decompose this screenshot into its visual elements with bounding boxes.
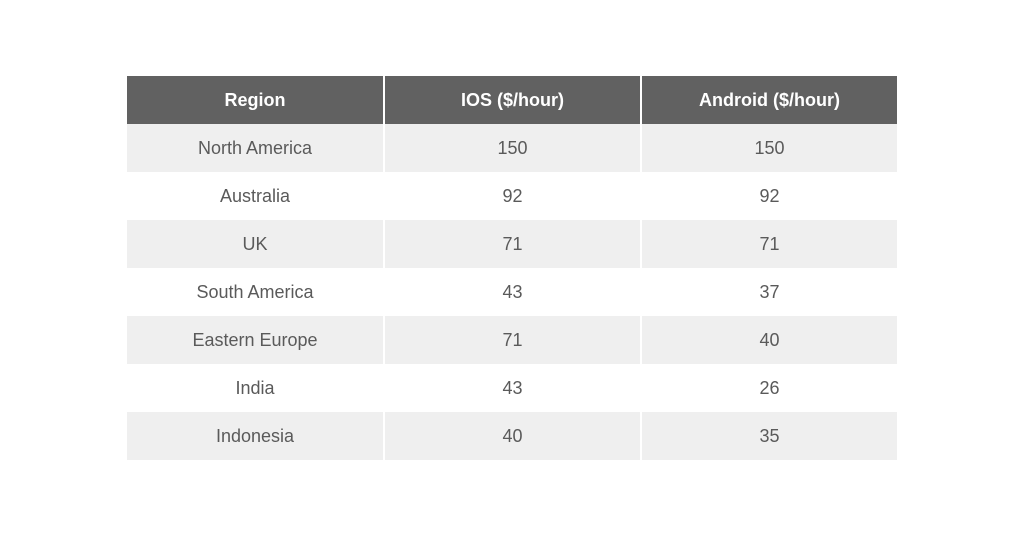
table-row: North America 150 150: [127, 124, 897, 172]
rates-table: Region IOS ($/hour) Android ($/hour) Nor…: [127, 76, 897, 460]
table-row: Eastern Europe 71 40: [127, 316, 897, 364]
header-region: Region: [127, 76, 383, 124]
cell-android: 150: [640, 124, 897, 172]
cell-ios: 71: [383, 316, 640, 364]
cell-region: North America: [127, 124, 383, 172]
cell-ios: 43: [383, 364, 640, 412]
cell-region: UK: [127, 220, 383, 268]
cell-region: Australia: [127, 172, 383, 220]
cell-android: 71: [640, 220, 897, 268]
cell-android: 37: [640, 268, 897, 316]
header-ios: IOS ($/hour): [383, 76, 640, 124]
header-android: Android ($/hour): [640, 76, 897, 124]
cell-android: 40: [640, 316, 897, 364]
table-row: India 43 26: [127, 364, 897, 412]
cell-android: 92: [640, 172, 897, 220]
table-row: Australia 92 92: [127, 172, 897, 220]
cell-android: 26: [640, 364, 897, 412]
cell-ios: 71: [383, 220, 640, 268]
cell-ios: 40: [383, 412, 640, 460]
cell-ios: 43: [383, 268, 640, 316]
table-row: South America 43 37: [127, 268, 897, 316]
cell-region: Indonesia: [127, 412, 383, 460]
table-header-row: Region IOS ($/hour) Android ($/hour): [127, 76, 897, 124]
table-row: Indonesia 40 35: [127, 412, 897, 460]
cell-ios: 92: [383, 172, 640, 220]
table-row: UK 71 71: [127, 220, 897, 268]
cell-android: 35: [640, 412, 897, 460]
cell-region: Eastern Europe: [127, 316, 383, 364]
cell-region: South America: [127, 268, 383, 316]
cell-ios: 150: [383, 124, 640, 172]
cell-region: India: [127, 364, 383, 412]
